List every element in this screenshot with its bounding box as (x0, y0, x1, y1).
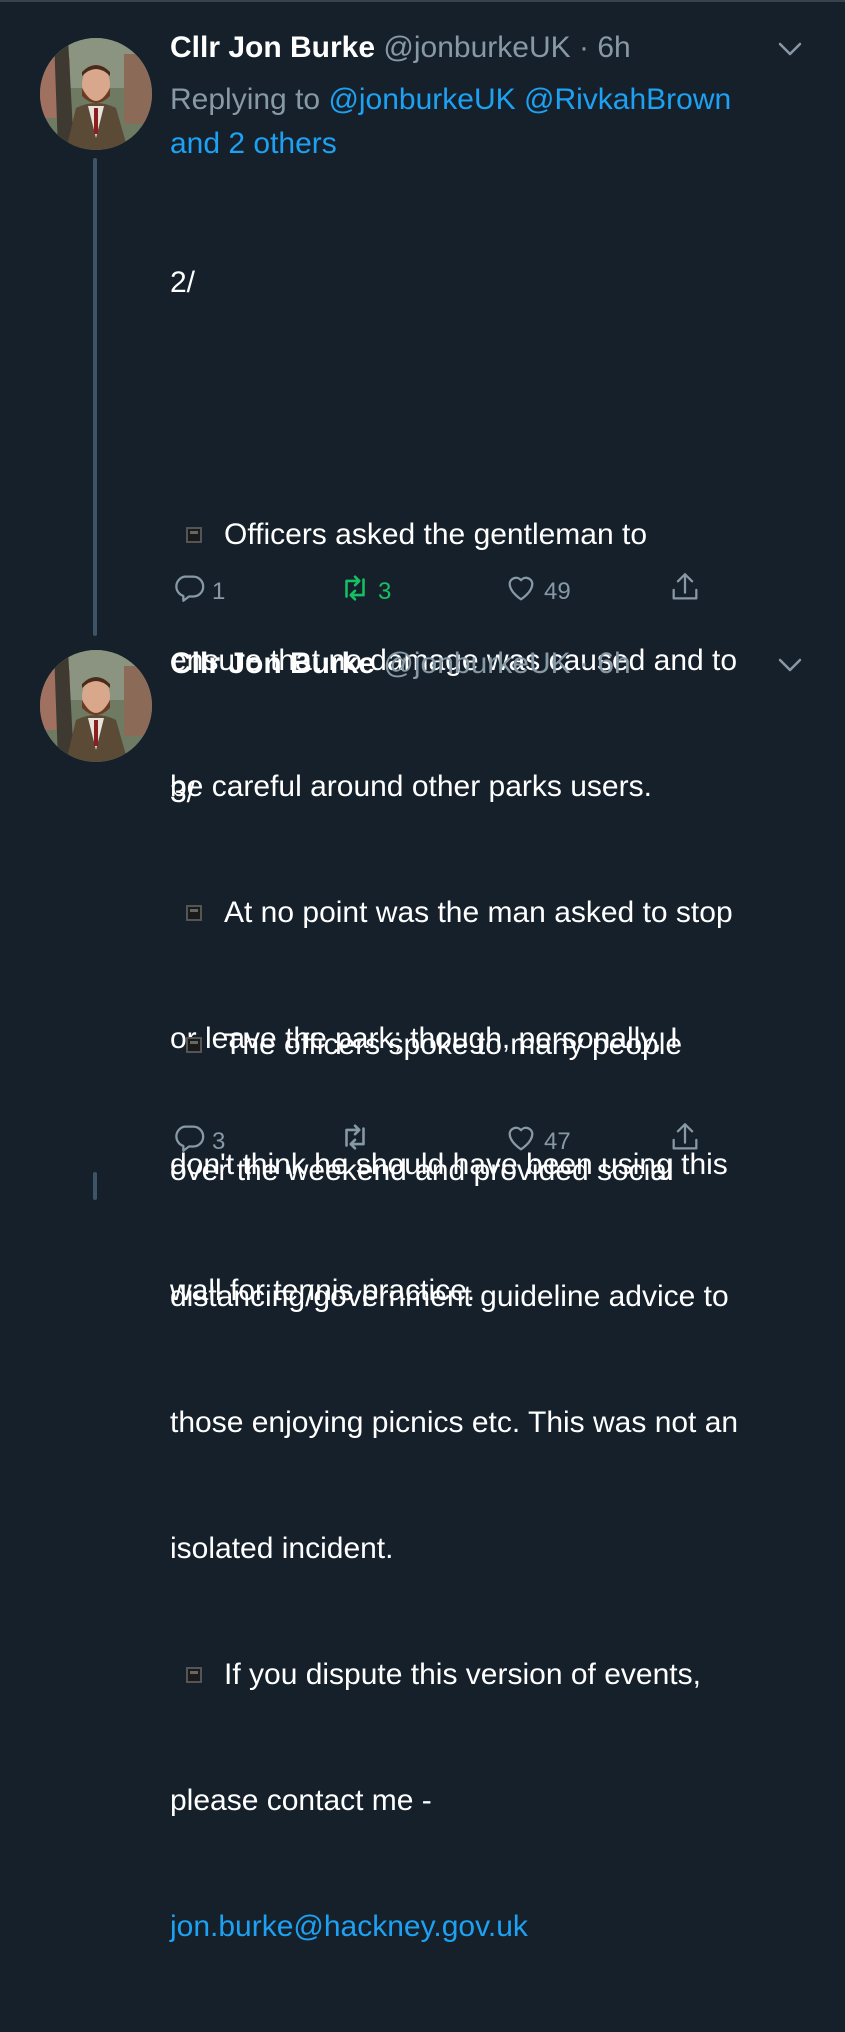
tweet[interactable]: Cllr Jon Burke @jonburkeUK · 6h Replying… (0, 0, 845, 1307)
like-button[interactable]: 47 (504, 1120, 571, 1156)
avatar[interactable] (40, 650, 152, 762)
user-handle[interactable]: @jonburkeUK (383, 31, 570, 64)
reply-prefix: Replying to (170, 83, 329, 116)
like-button[interactable]: 49 (504, 570, 571, 606)
tweet[interactable]: Cllr Jon Burke @jonburkeUK · 6h 3/ The o… (0, 640, 845, 1943)
email-link[interactable]: jon.burke@hackney.gov.uk (170, 1906, 810, 1948)
heart-icon (508, 1126, 534, 1151)
separator: · (578, 647, 589, 680)
share-icon (672, 573, 698, 600)
display-name[interactable]: Cllr Jon Burke (170, 31, 375, 64)
timestamp[interactable]: 6h (597, 647, 630, 680)
profile-photo (40, 650, 152, 762)
text-line: please contact me - (170, 1784, 432, 1817)
text-line: 2/ (170, 266, 196, 299)
like-count: 47 (544, 1128, 571, 1155)
reply-icon (175, 1125, 205, 1152)
reply-mention-2[interactable]: @RivkahBrown (524, 83, 731, 116)
tweet-text: 3/ The officers spoke to many people ove… (170, 688, 810, 2032)
bullet-icon (186, 526, 202, 543)
text-line: If you dispute this version of events, (224, 1658, 701, 1691)
separator: · (578, 31, 589, 64)
tweet-actions: 1 3 49 (170, 570, 730, 610)
chevron-down-icon[interactable] (775, 34, 805, 64)
tweet-header: Cllr Jon Burke @jonburkeUK · 6h (170, 644, 631, 684)
chevron-down-icon[interactable] (775, 650, 805, 680)
retweet-icon (345, 575, 365, 601)
retweet-count: 3 (378, 578, 392, 605)
text-line: The officers spoke to many people (224, 1028, 683, 1061)
share-button[interactable] (668, 1120, 702, 1154)
text-line: those enjoying picnics etc. This was not… (170, 1406, 739, 1439)
tweet-actions: 3 47 (170, 1120, 730, 1160)
reply-button[interactable]: 3 (172, 1120, 225, 1156)
user-handle[interactable]: @jonburkeUK (383, 647, 570, 680)
text-line: 3/ (170, 776, 196, 809)
reply-button[interactable]: 1 (172, 570, 225, 606)
bullet-icon (186, 1666, 202, 1683)
reply-icon (175, 575, 205, 602)
profile-photo (40, 38, 152, 150)
reply-context: Replying to @jonburkeUK @RivkahBrown and … (170, 78, 810, 166)
retweet-icon (345, 1124, 365, 1150)
reply-mention-1[interactable]: @jonburkeUK (328, 83, 515, 116)
display-name[interactable]: Cllr Jon Burke (170, 647, 375, 680)
retweet-button[interactable] (338, 1120, 378, 1154)
reply-count: 3 (212, 1128, 226, 1155)
text-line: isolated incident. (170, 1532, 394, 1565)
tweet-header: Cllr Jon Burke @jonburkeUK · 6h (170, 28, 631, 68)
reply-others-link[interactable]: and 2 others (170, 127, 337, 160)
like-count: 49 (544, 578, 571, 605)
share-button[interactable] (668, 570, 702, 604)
text-line: Officers asked the gentleman to (224, 518, 648, 551)
reply-count: 1 (212, 578, 226, 605)
share-icon (672, 1123, 698, 1150)
avatar[interactable] (40, 38, 152, 150)
retweet-button[interactable]: 3 (338, 570, 391, 606)
heart-icon (508, 576, 534, 601)
timestamp[interactable]: 6h (597, 31, 630, 64)
text-line: distancing/government guideline advice t… (170, 1280, 729, 1313)
bullet-icon (186, 1036, 202, 1053)
